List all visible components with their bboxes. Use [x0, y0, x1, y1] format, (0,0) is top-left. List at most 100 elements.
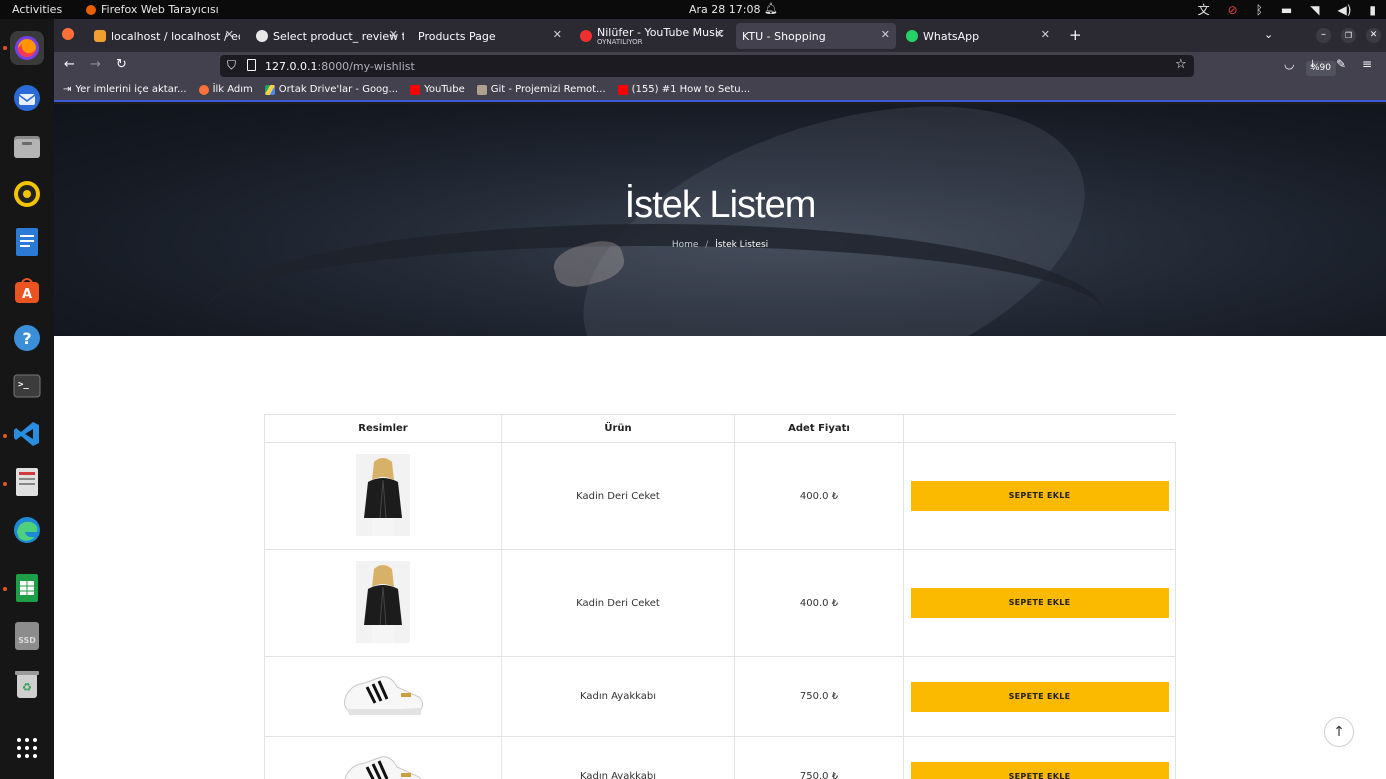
add-to-cart-button[interactable]: SEPETE EKLE	[910, 681, 1169, 712]
thunderbird-icon[interactable]	[10, 81, 44, 115]
wishlist-header-row: Resimler Ürün Adet Fiyatı	[264, 414, 1176, 443]
bookmark-ilk-adim[interactable]: İlk Adım	[198, 84, 253, 95]
active-app-menu[interactable]: Firefox Web Tarayıcısı	[86, 3, 219, 16]
close-tab-icon[interactable]: ✕	[715, 28, 724, 41]
bookmark-youtube[interactable]: YouTube	[410, 84, 465, 95]
tab-label: Products Page	[418, 29, 496, 43]
add-to-cart-button[interactable]: SEPETE EKLE	[910, 761, 1169, 779]
ssd-drive-icon[interactable]: SSD	[10, 619, 44, 653]
product-image-sneaker[interactable]	[341, 665, 425, 728]
libreoffice-calc-icon[interactable]	[10, 571, 44, 605]
wifi-icon[interactable]: ◥	[1310, 3, 1319, 17]
edge-icon[interactable]	[10, 513, 44, 547]
tab-label-group: Nilüfer - YouTube Music OYNATILIYOR	[597, 27, 724, 46]
product-name[interactable]: Kadın Ayakkabı	[501, 656, 735, 737]
action-cell: SEPETE EKLE	[903, 549, 1176, 657]
close-tab-icon[interactable]: ✕	[881, 28, 890, 41]
close-window-button[interactable]: ✕	[1366, 28, 1381, 43]
product-name[interactable]: Kadin Deri Ceket	[501, 442, 735, 550]
libreoffice-writer-icon[interactable]	[10, 225, 44, 259]
indicator-icon[interactable]: ⊘	[1228, 3, 1238, 17]
shield-icon[interactable]: ⛉	[227, 58, 236, 73]
vscode-icon[interactable]	[10, 417, 44, 451]
product-image-sneaker[interactable]	[341, 745, 425, 779]
column-header-unit-price: Adet Fiyatı	[734, 414, 904, 443]
language-icon[interactable]: 文	[1198, 1, 1210, 18]
product-name[interactable]: Kadın Ayakkabı	[501, 736, 735, 779]
reload-icon[interactable]: ↻	[116, 57, 127, 72]
tab-youtube-music[interactable]: Nilüfer - YouTube Music OYNATILIYOR ✕	[574, 23, 730, 49]
tab-select-product[interactable]: Select product_ review t ✕	[250, 23, 404, 49]
bookmark-google-drive[interactable]: Ortak Drive'lar - Goog...	[264, 84, 399, 95]
url-text[interactable]: 127.0.0.1:8000/my-wishlist	[265, 60, 415, 73]
bell-icon[interactable]: 🔔︎	[764, 2, 778, 15]
bookmark-how-to-setup[interactable]: (155) #1 How to Setu...	[617, 84, 751, 95]
product-name[interactable]: Kadin Deri Ceket	[501, 549, 735, 657]
wishlist-row: Kadin Deri Ceket 400.0 ₺ SEPETE EKLE	[264, 549, 1176, 657]
maximize-window-button[interactable]: ❐	[1341, 28, 1356, 43]
import-icon: ⇥	[63, 84, 72, 95]
tab-whatsapp[interactable]: WhatsApp ✕	[900, 23, 1056, 49]
firefox-icon[interactable]	[10, 31, 44, 65]
app-menu-icon[interactable]: ≡	[1362, 57, 1372, 71]
column-header-product: Ürün	[501, 414, 735, 443]
trash-icon[interactable]: ♻	[10, 667, 44, 701]
bluetooth-icon[interactable]: ᛒ	[1256, 3, 1263, 17]
page-info-icon[interactable]	[247, 59, 256, 71]
minimize-window-button[interactable]: –	[1316, 28, 1331, 43]
unit-price: 750.0 ₺	[734, 656, 904, 737]
breadcrumb: Home / İstek Listesi	[54, 240, 1386, 250]
product-image-jacket[interactable]	[356, 560, 410, 646]
document-viewer-icon[interactable]	[10, 465, 44, 499]
bookmark-import[interactable]: ⇥ Yer imlerini içe aktar...	[63, 84, 187, 95]
product-image-cell	[264, 549, 502, 657]
list-all-tabs-icon[interactable]: ⌄	[1264, 28, 1273, 41]
close-tab-icon[interactable]: ✕	[225, 28, 234, 41]
product-image-cell	[264, 736, 502, 779]
pocket-icon[interactable]: ◡	[1284, 57, 1294, 71]
svg-text:A: A	[22, 287, 32, 302]
folder-indicator-icon[interactable]: ▬	[1281, 3, 1292, 17]
bookmark-label: (155) #1 How to Setu...	[631, 84, 751, 95]
volume-icon[interactable]: ◀)	[1337, 3, 1351, 17]
breadcrumb-home-link[interactable]: Home	[672, 240, 699, 250]
files-icon[interactable]	[10, 129, 44, 163]
battery-icon[interactable]: ▮	[1369, 3, 1376, 17]
hero-banner: İstek Listem Home / İstek Listesi	[54, 104, 1386, 336]
close-tab-icon[interactable]: ✕	[553, 28, 562, 41]
add-to-cart-button[interactable]: SEPETE EKLE	[910, 481, 1169, 511]
bookmark-label: Ortak Drive'lar - Goog...	[278, 84, 399, 95]
close-tab-icon[interactable]: ✕	[1041, 28, 1050, 41]
help-icon[interactable]: ?	[10, 321, 44, 355]
youtube-favicon	[617, 84, 628, 95]
tab-ktu-shopping[interactable]: KTU - Shopping ✕	[736, 23, 896, 49]
show-apps-grid-icon[interactable]	[10, 731, 44, 765]
breadcrumb-separator: /	[705, 240, 709, 250]
downloads-icon[interactable]: ⤓	[1310, 57, 1315, 72]
activities-button[interactable]: Activities	[12, 3, 62, 16]
system-tray[interactable]: 文 ⊘ ᛒ ▬ ◥ ◀) ▮	[1198, 1, 1376, 18]
bookmark-git[interactable]: Git - Projemizi Remot...	[476, 84, 606, 95]
extensions-icon[interactable]: ✎	[1336, 57, 1346, 71]
rhythmbox-icon[interactable]	[10, 177, 44, 211]
tab-localhost[interactable]: localhost / localhost / ec ✕	[88, 23, 240, 49]
browser-tab-bar: localhost / localhost / ec ✕ Select prod…	[54, 19, 1386, 52]
close-tab-icon[interactable]: ✕	[389, 28, 398, 41]
running-indicator	[3, 434, 7, 438]
running-indicator	[3, 46, 7, 50]
scroll-to-top-button[interactable]: ↑	[1324, 717, 1354, 747]
back-arrow-icon[interactable]: ←	[64, 57, 75, 72]
product-image-jacket[interactable]	[356, 453, 410, 539]
terminal-icon[interactable]: >_	[10, 369, 44, 403]
youtube-music-favicon	[580, 30, 592, 42]
bookmark-star-icon[interactable]: ☆	[1175, 57, 1187, 72]
tab-products-page[interactable]: Products Page ✕	[412, 23, 568, 49]
new-tab-button[interactable]: +	[1069, 26, 1082, 44]
firefox-view-icon[interactable]	[62, 28, 74, 40]
add-to-cart-button[interactable]: SEPETE EKLE	[910, 588, 1169, 618]
tab-label: localhost / localhost / ec	[111, 29, 240, 43]
app-center-icon[interactable]: A	[10, 273, 44, 307]
forward-arrow-icon[interactable]: →	[90, 57, 101, 72]
url-bar[interactable]: ⛉ 127.0.0.1:8000/my-wishlist %90 ☆	[220, 55, 1337, 77]
clock[interactable]: Ara 28 17:08	[689, 3, 760, 16]
